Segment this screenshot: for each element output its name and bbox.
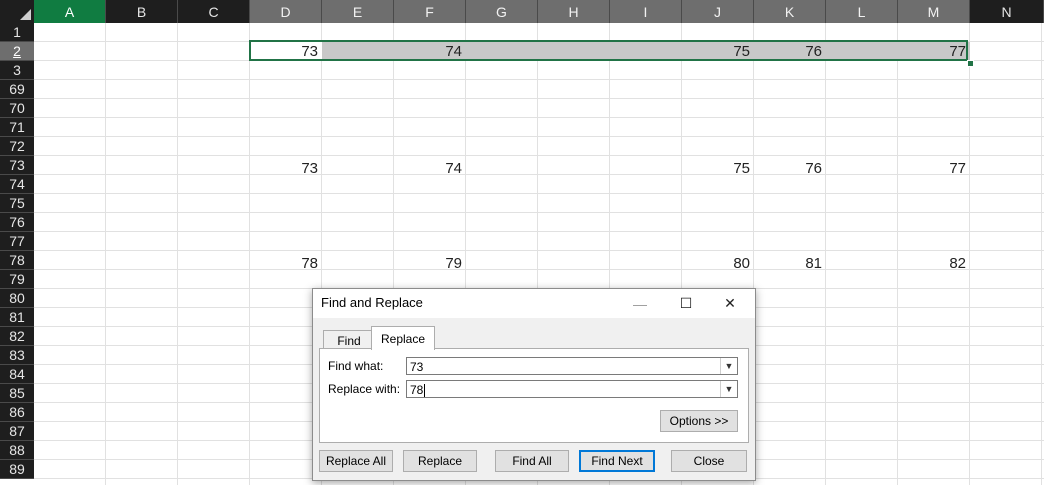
row-header[interactable]: 76 (0, 213, 34, 232)
col-header-h[interactable]: H (538, 0, 610, 23)
row-header[interactable]: 85 (0, 384, 34, 403)
options-button[interactable]: Options >> (660, 410, 738, 432)
dialog-titlebar[interactable]: Find and Replace — ☐ ✕ (313, 289, 755, 318)
cell-f73[interactable]: 74 (394, 159, 462, 178)
row-header[interactable]: 84 (0, 365, 34, 384)
row-header[interactable]: 83 (0, 346, 34, 365)
replace-button[interactable]: Replace (403, 450, 477, 472)
row-header[interactable]: 88 (0, 441, 34, 460)
replace-with-field[interactable]: 78 ▼ (406, 380, 738, 398)
cell-k78[interactable]: 81 (754, 254, 822, 273)
cell-k73[interactable]: 76 (754, 159, 822, 178)
row-header[interactable]: 80 (0, 289, 34, 308)
find-all-button[interactable]: Find All (495, 450, 569, 472)
col-header-d[interactable]: D (250, 0, 322, 23)
row-header[interactable]: 79 (0, 270, 34, 289)
col-header-f[interactable]: F (394, 0, 466, 23)
fill-handle[interactable] (967, 60, 974, 67)
tab-find[interactable]: Find (323, 330, 375, 350)
row-header[interactable]: 82 (0, 327, 34, 346)
selection-border (249, 40, 968, 61)
col-header-a[interactable]: A (34, 0, 106, 23)
text-cursor (424, 384, 426, 398)
col-header-l[interactable]: L (826, 0, 898, 23)
row-header[interactable]: 71 (0, 118, 34, 137)
minimize-icon[interactable]: — (617, 289, 663, 318)
row-header[interactable]: 78 (0, 251, 34, 270)
col-header-j[interactable]: J (682, 0, 754, 23)
row-header[interactable]: 72 (0, 137, 34, 156)
cell-d73[interactable]: 73 (250, 159, 318, 178)
row-header[interactable]: 1 (0, 23, 34, 42)
find-what-field[interactable]: 73 ▼ (406, 357, 738, 375)
row-header[interactable]: 3 (0, 61, 34, 80)
select-all-triangle-icon (20, 9, 31, 20)
row-header[interactable]: 69 (0, 80, 34, 99)
close-icon[interactable]: ✕ (707, 289, 753, 318)
col-header-e[interactable]: E (322, 0, 394, 23)
replace-panel: Find what: 73 ▼ Replace with: 78 ▼ Optio… (319, 348, 749, 443)
select-all-corner[interactable] (0, 0, 34, 23)
row-header[interactable]: 89 (0, 460, 34, 479)
replace-all-button[interactable]: Replace All (319, 450, 393, 472)
col-header-k[interactable]: K (754, 0, 826, 23)
col-header-b[interactable]: B (106, 0, 178, 23)
replace-with-value: 78 (410, 383, 424, 397)
row-header[interactable]: 73 (0, 156, 34, 175)
col-header-m[interactable]: M (898, 0, 970, 23)
chevron-down-icon[interactable]: ▼ (720, 381, 737, 397)
maximize-icon[interactable]: ☐ (663, 289, 709, 318)
cell-m78[interactable]: 82 (898, 254, 966, 273)
cell-j78[interactable]: 80 (682, 254, 750, 273)
find-next-button[interactable]: Find Next (579, 450, 655, 472)
row-header[interactable]: 86 (0, 403, 34, 422)
col-header-c[interactable]: C (178, 0, 250, 23)
row-header[interactable]: 2 (0, 42, 34, 61)
row-header[interactable]: 74 (0, 175, 34, 194)
cell-f78[interactable]: 79 (394, 254, 462, 273)
cell-j73[interactable]: 75 (682, 159, 750, 178)
row-headers: 1 2 3 69 70 71 72 73 74 75 76 77 78 79 8… (0, 23, 34, 479)
find-replace-dialog: Find and Replace — ☐ ✕ Find Replace Find… (312, 288, 756, 481)
col-header-g[interactable]: G (466, 0, 538, 23)
row-header[interactable]: 75 (0, 194, 34, 213)
column-headers: A B C D E F G H I J K L M N (34, 0, 1044, 23)
close-button[interactable]: Close (671, 450, 747, 472)
find-what-value: 73 (410, 360, 424, 374)
row-header[interactable]: 77 (0, 232, 34, 251)
cell-m73[interactable]: 77 (898, 159, 966, 178)
dialog-title: Find and Replace (321, 295, 423, 310)
col-header-i[interactable]: I (610, 0, 682, 23)
find-what-label: Find what: (328, 359, 384, 373)
chevron-down-icon[interactable]: ▼ (720, 358, 737, 374)
row-header[interactable]: 87 (0, 422, 34, 441)
tab-replace[interactable]: Replace (371, 326, 435, 350)
col-header-n[interactable]: N (970, 0, 1044, 23)
replace-with-label: Replace with: (328, 382, 401, 396)
row-header[interactable]: 70 (0, 99, 34, 118)
cell-d78[interactable]: 78 (250, 254, 318, 273)
row-header[interactable]: 81 (0, 308, 34, 327)
